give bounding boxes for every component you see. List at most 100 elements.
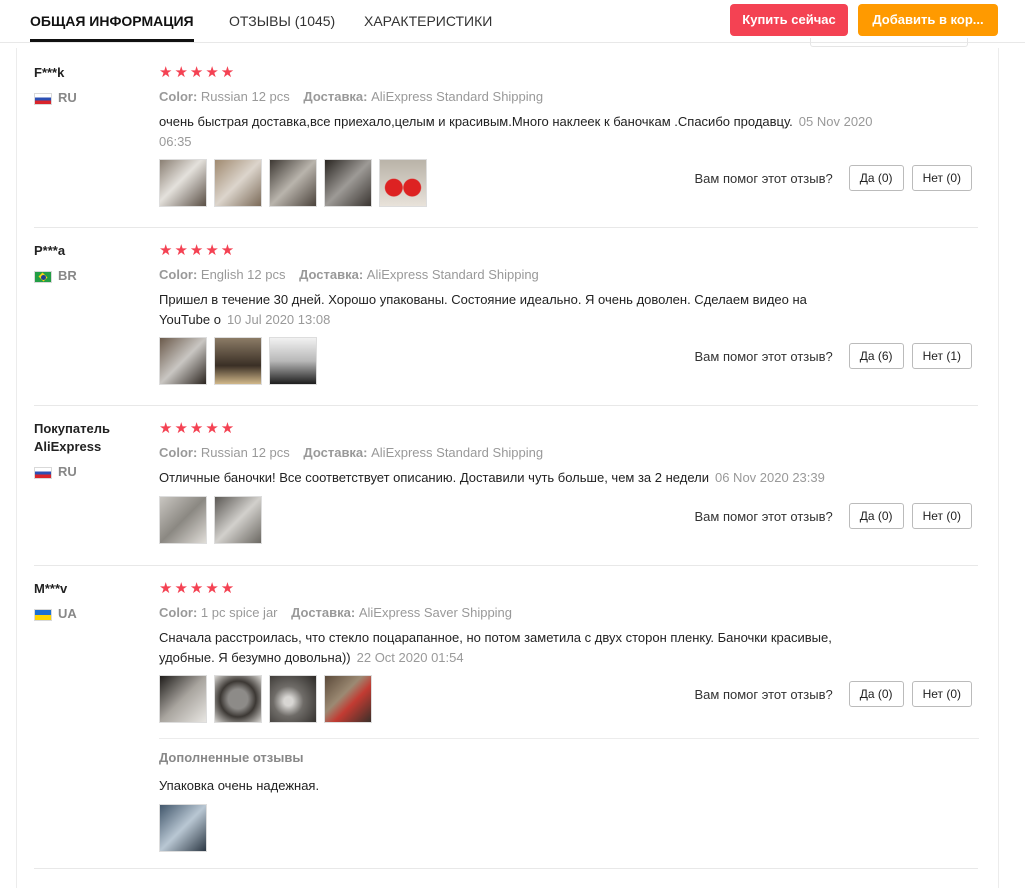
review-meta: Color: English 12 pcs Доставка: AliExpre… xyxy=(159,266,879,284)
review-photo[interactable] xyxy=(214,159,262,207)
review-photo[interactable] xyxy=(159,804,207,852)
reviewer-country: RU xyxy=(34,464,77,479)
star-rating: ★★★★★ xyxy=(159,420,237,437)
review-photo[interactable] xyxy=(214,496,262,544)
color-value: Russian 12 pcs xyxy=(200,89,290,104)
review-meta: Color: 1 pc spice jar Доставка: AliExpre… xyxy=(159,604,879,622)
review-photo[interactable] xyxy=(324,159,372,207)
active-tab-underline xyxy=(30,39,194,42)
tab-general-info[interactable]: ОБЩАЯ ИНФОРМАЦИЯ xyxy=(30,0,194,42)
tab-reviews[interactable]: ОТЗЫВЫ (1045) xyxy=(229,0,335,42)
hidden-control-edge xyxy=(810,38,968,47)
review-photo[interactable] xyxy=(269,159,317,207)
review-photo[interactable] xyxy=(269,675,317,723)
review-photo[interactable] xyxy=(159,337,207,385)
tab-specifications-label: ХАРАКТЕРИСТИКИ xyxy=(364,13,493,29)
tab-general-info-label: ОБЩАЯ ИНФОРМАЦИЯ xyxy=(30,13,194,29)
review-text-body: Отличные баночки! Все соответствует опис… xyxy=(159,470,709,485)
color-label: Color: xyxy=(159,445,198,460)
color-value: Russian 12 pcs xyxy=(200,445,290,460)
tab-specifications[interactable]: ХАРАКТЕРИСТИКИ xyxy=(364,0,492,42)
vote-no-button[interactable]: Нет (0) xyxy=(911,165,972,191)
star-rating: ★★★★★ xyxy=(159,580,237,597)
product-tabs-bar: ОБЩАЯ ИНФОРМАЦИЯ ОТЗЫВЫ (1045) ХАРАКТЕРИ… xyxy=(0,0,1025,43)
review-text-body: очень быстрая доставка,все приехало,целы… xyxy=(159,114,793,129)
review-photos xyxy=(159,159,434,207)
review-date: 10 Jul 2020 13:08 xyxy=(226,312,331,327)
reviewer-country: BR xyxy=(34,268,77,283)
review-item: P***a BR ★★★★★ Color: English 12 pcs Дос… xyxy=(34,242,978,406)
review-text: Пришел в течение 30 дней. Хорошо упакова… xyxy=(159,290,849,330)
color-label: Color: xyxy=(159,267,198,282)
delivery-label: Доставка: xyxy=(303,445,368,460)
ukraine-flag-icon xyxy=(34,608,52,621)
review-item: Покупатель AliExpress RU ★★★★★ Color: Ru… xyxy=(34,420,978,566)
review-photo[interactable] xyxy=(379,159,427,207)
buy-now-button[interactable]: Купить сейчас xyxy=(730,4,848,36)
vote-yes-button[interactable]: Да (0) xyxy=(848,503,904,529)
review-photo[interactable] xyxy=(324,675,372,723)
reviewer-country: UA xyxy=(34,606,77,621)
star-rating: ★★★★★ xyxy=(159,64,237,81)
country-code: RU xyxy=(58,464,77,479)
reviewer-name: F***k xyxy=(34,65,65,80)
vote-yes-button[interactable]: Да (0) xyxy=(848,681,904,707)
additional-review-divider xyxy=(159,738,979,739)
helpful-vote: Вам помог этот отзыв? Да (0) Нет (0) xyxy=(694,503,972,529)
russia-flag-icon xyxy=(34,466,52,479)
delivery-value: AliExpress Saver Shipping xyxy=(358,605,513,620)
review-photos xyxy=(159,496,269,544)
review-body: ★★★★★ Color: Russian 12 pcs Доставка: Al… xyxy=(159,420,879,488)
review-photo[interactable] xyxy=(159,496,207,544)
color-value: 1 pc spice jar xyxy=(200,605,278,620)
review-date: 22 Oct 2020 01:54 xyxy=(356,650,464,665)
helpful-question: Вам помог этот отзыв? xyxy=(694,686,833,702)
review-photo[interactable] xyxy=(214,675,262,723)
vote-yes-button[interactable]: Да (6) xyxy=(848,343,904,369)
review-item: F***k RU ★★★★★ Color: Russian 12 pcs Дос… xyxy=(34,64,978,228)
reviewer-name: P***a xyxy=(34,243,66,258)
vote-yes-button[interactable]: Да (0) xyxy=(848,165,904,191)
star-rating: ★★★★★ xyxy=(159,242,237,259)
delivery-value: AliExpress Standard Shipping xyxy=(366,267,539,282)
vote-no-button[interactable]: Нет (0) xyxy=(911,681,972,707)
review-date: 06 Nov 2020 23:39 xyxy=(714,470,825,485)
add-to-cart-button[interactable]: Добавить в кор... xyxy=(858,4,998,36)
brazil-flag-icon xyxy=(34,270,52,283)
review-text: Отличные баночки! Все соответствует опис… xyxy=(159,468,889,488)
delivery-label: Доставка: xyxy=(299,267,364,282)
reviewer-name: Покупатель AliExpress xyxy=(34,421,110,454)
review-photo[interactable] xyxy=(269,337,317,385)
color-label: Color: xyxy=(159,89,198,104)
additional-review-photos xyxy=(159,804,214,852)
reviewer-country: RU xyxy=(34,90,77,105)
review-text: Сначала расстроилась, что стекло поцарап… xyxy=(159,628,889,668)
color-label: Color: xyxy=(159,605,198,620)
review-meta: Color: Russian 12 pcs Доставка: AliExpre… xyxy=(159,88,879,106)
delivery-label: Доставка: xyxy=(303,89,368,104)
helpful-question: Вам помог этот отзыв? xyxy=(694,170,833,186)
russia-flag-icon xyxy=(34,92,52,105)
vote-no-button[interactable]: Нет (0) xyxy=(911,503,972,529)
helpful-question: Вам помог этот отзыв? xyxy=(694,508,833,524)
color-value: English 12 pcs xyxy=(200,267,286,282)
review-photo[interactable] xyxy=(214,337,262,385)
review-text-body: Сначала расстроилась, что стекло поцарап… xyxy=(159,630,832,665)
review-photo[interactable] xyxy=(159,675,207,723)
review-item: M***v UA ★★★★★ Color: 1 pc spice jar Дос… xyxy=(34,580,979,869)
country-code: RU xyxy=(58,90,77,105)
tab-reviews-label: ОТЗЫВЫ (1045) xyxy=(229,13,336,29)
review-photo[interactable] xyxy=(159,159,207,207)
review-photos xyxy=(159,675,379,723)
helpful-vote: Вам помог этот отзыв? Да (0) Нет (0) xyxy=(694,681,972,707)
reviewer-name: M***v xyxy=(34,581,68,596)
vote-no-button[interactable]: Нет (1) xyxy=(911,343,972,369)
delivery-value: AliExpress Standard Shipping xyxy=(371,89,544,104)
review-body: ★★★★★ Color: 1 pc spice jar Доставка: Al… xyxy=(159,580,879,668)
review-body: ★★★★★ Color: Russian 12 pcs Доставка: Al… xyxy=(159,64,879,152)
country-code: BR xyxy=(58,268,77,283)
review-photos xyxy=(159,337,324,385)
helpful-vote: Вам помог этот отзыв? Да (6) Нет (1) xyxy=(695,343,972,369)
review-text: очень быстрая доставка,все приехало,целы… xyxy=(159,112,889,152)
review-meta: Color: Russian 12 pcs Доставка: AliExpre… xyxy=(159,444,879,462)
